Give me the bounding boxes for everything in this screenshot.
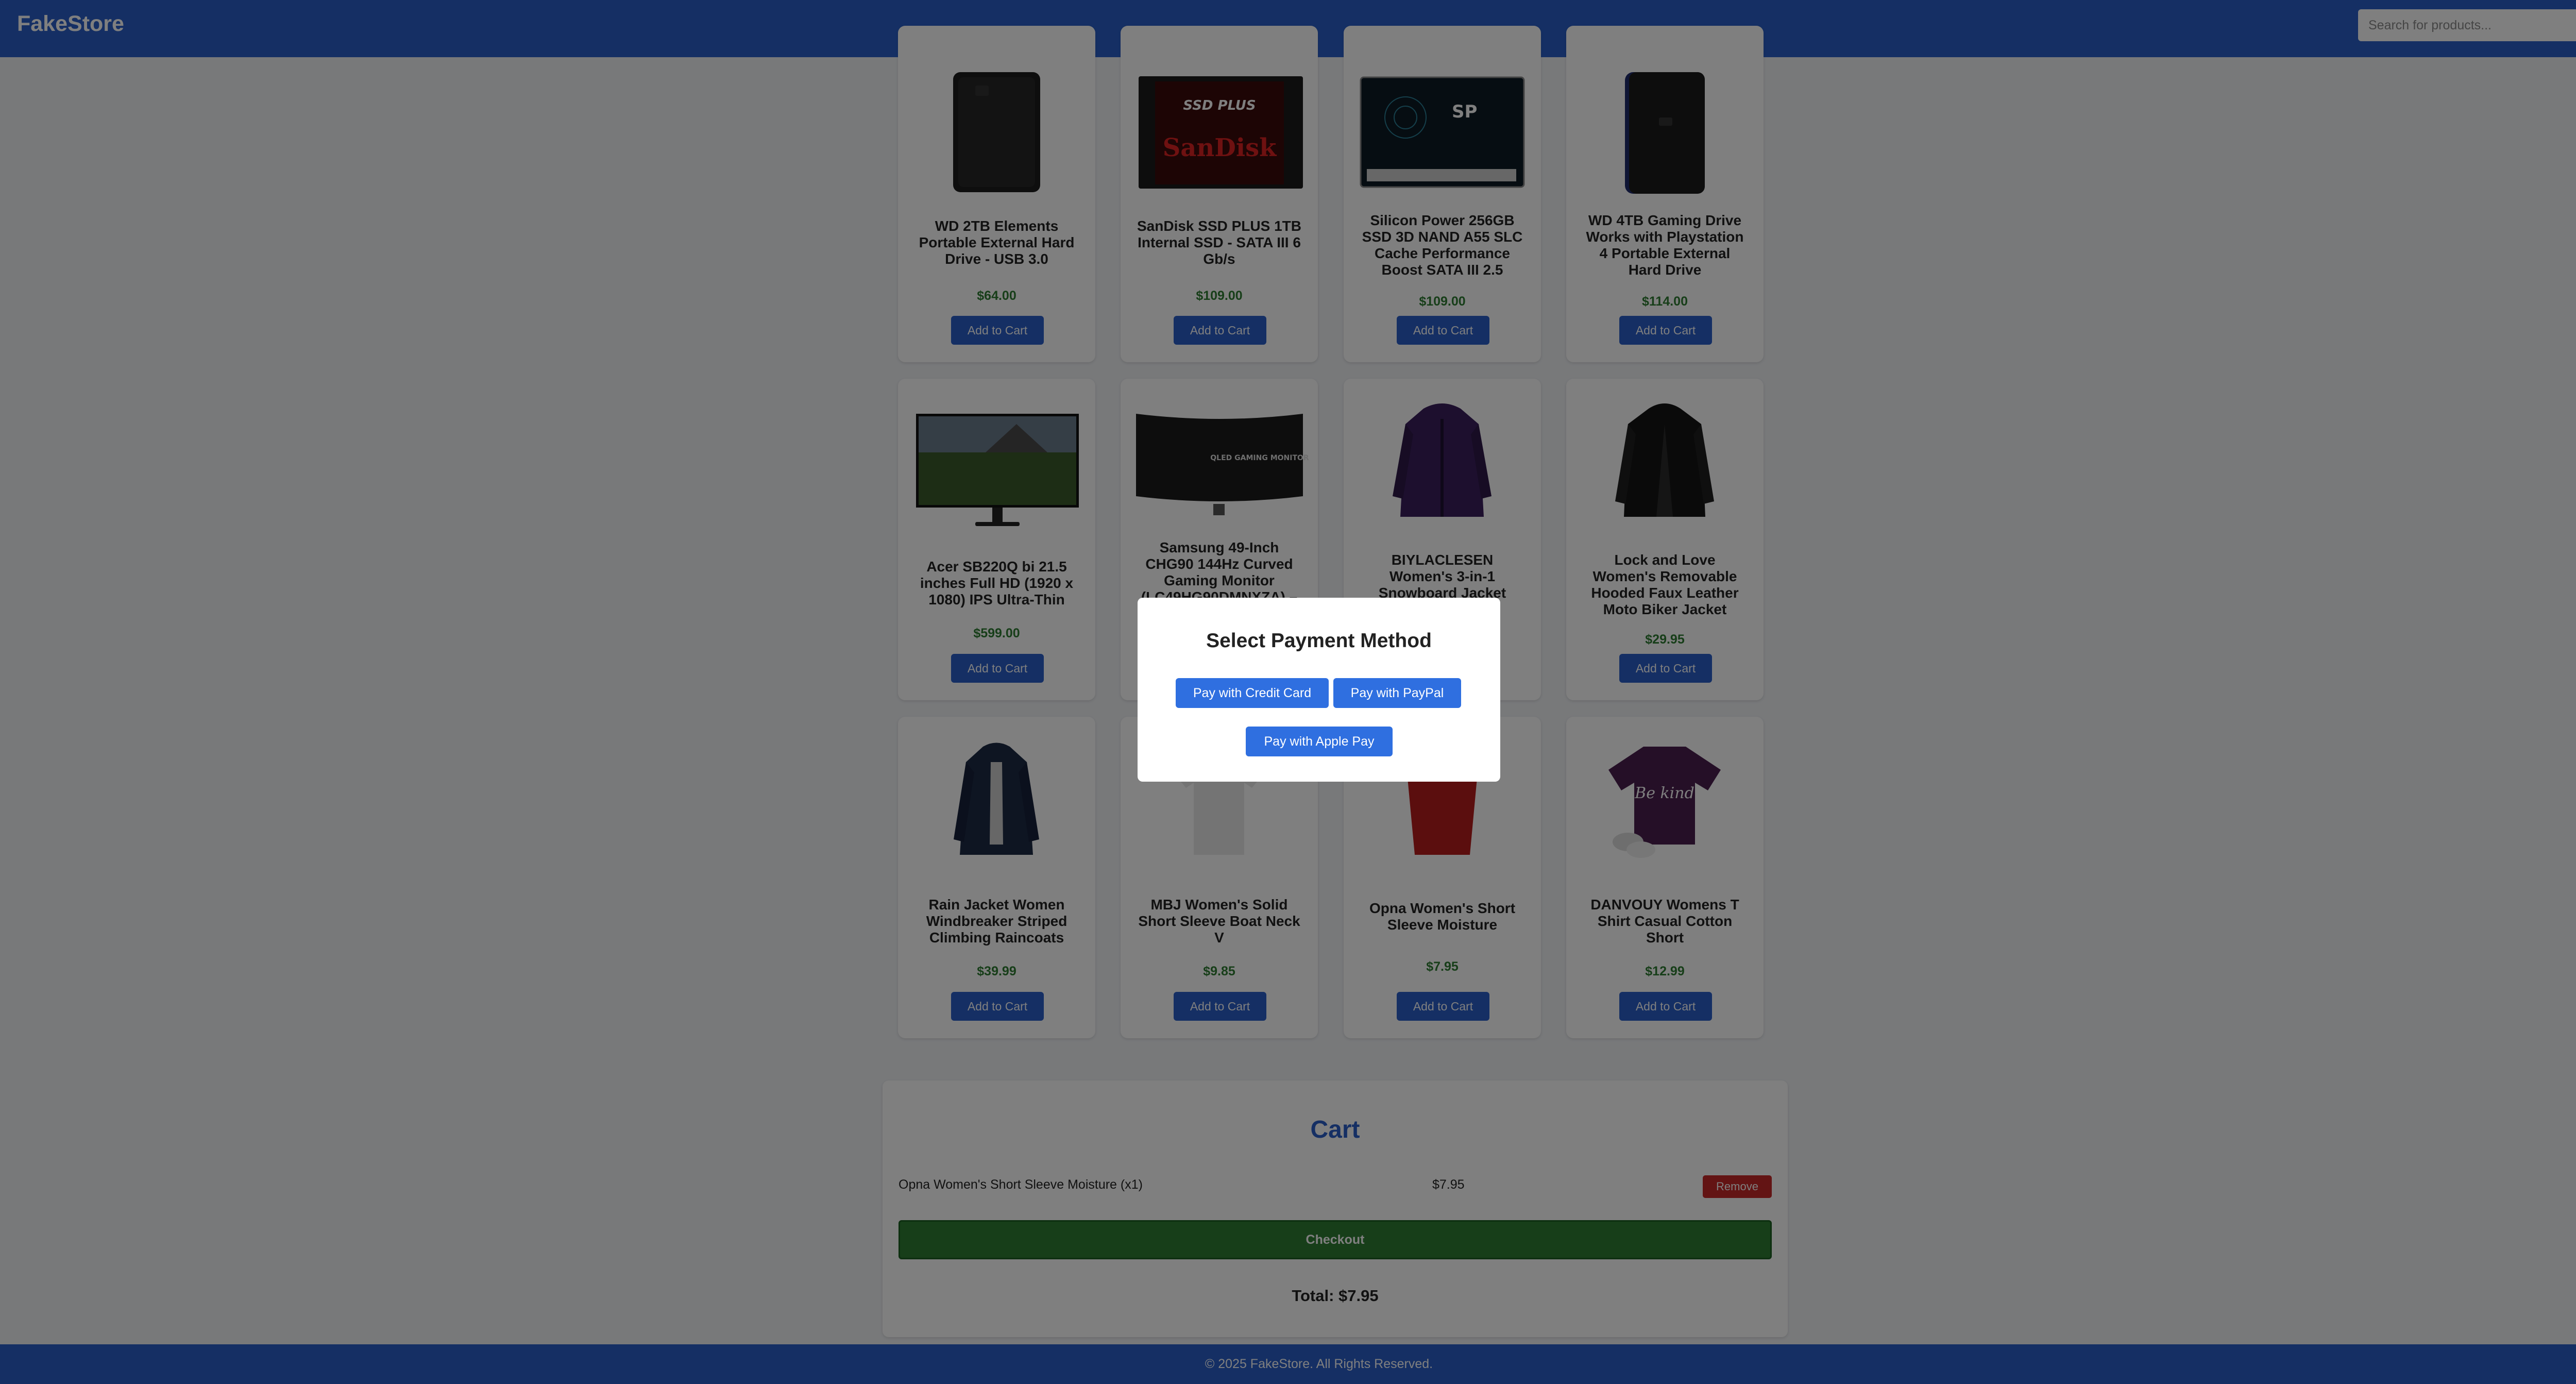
pay-credit-card-button[interactable]: Pay with Credit Card bbox=[1176, 678, 1329, 708]
pay-paypal-button[interactable]: Pay with PayPal bbox=[1333, 678, 1461, 708]
modal-title: Select Payment Method bbox=[1206, 630, 1432, 652]
payment-modal: Select Payment Method Pay with Credit Ca… bbox=[1138, 598, 1500, 782]
pay-apple-pay-button[interactable]: Pay with Apple Pay bbox=[1246, 727, 1393, 756]
